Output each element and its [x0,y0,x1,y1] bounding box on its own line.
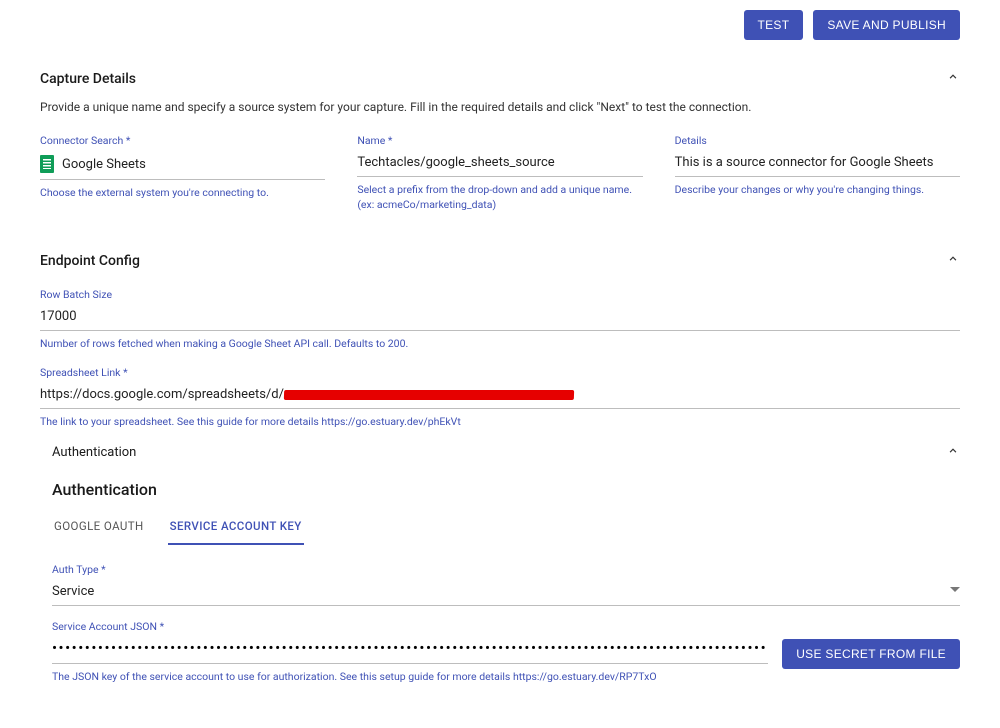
authentication-collapse-toggle[interactable] [946,444,960,462]
authentication-block: Authentication GOOGLE OAUTH SERVICE ACCO… [40,480,960,685]
connector-search-helper: Choose the external system you're connec… [40,186,325,201]
capture-details-description: Provide a unique name and specify a sour… [40,100,960,114]
auth-type-value: Service [52,584,94,599]
service-account-json-helper: The JSON key of the service account to u… [52,670,768,685]
row-batch-helper: Number of rows fetched when making a Goo… [40,337,960,352]
connector-search-label: Connector Search * [40,134,325,147]
endpoint-config-title: Endpoint Config [40,253,140,269]
endpoint-config-header: Endpoint Config [40,252,960,270]
details-label: Details [675,134,960,147]
chevron-up-icon [946,444,960,458]
service-account-json-input[interactable]: ••••••••••••••••••••••••••••••••••••••••… [52,637,768,664]
spreadsheet-link-prefix: https://docs.google.com/spreadsheets/d/ [40,387,284,402]
connector-search-field[interactable]: Google Sheets [40,151,325,180]
endpoint-collapse-toggle[interactable] [946,252,960,270]
name-label: Name * [357,134,642,147]
spreadsheet-link-helper: The link to your spreadsheet. See this g… [40,415,960,430]
google-sheets-icon [40,155,54,173]
authentication-header-text: Authentication [52,445,136,460]
details-value: This is a source connector for Google Sh… [675,155,934,170]
capture-collapse-toggle[interactable] [946,70,960,88]
chevron-up-icon [946,70,960,84]
connector-search-col: Connector Search * Google Sheets Choose … [40,134,325,212]
test-button[interactable]: TEST [744,10,804,40]
row-batch-value: 17000 [40,309,77,324]
name-helper: Select a prefix from the drop-down and a… [357,183,642,212]
spreadsheet-link-label: Spreadsheet Link * [40,366,960,379]
row-batch-label: Row Batch Size [40,288,960,301]
authentication-section-header: Authentication [40,444,960,462]
name-input[interactable]: Techtacles/google_sheets_source [357,151,642,177]
use-secret-from-file-button[interactable]: USE SECRET FROM FILE [782,639,960,669]
capture-fields-row: Connector Search * Google Sheets Choose … [40,134,960,212]
chevron-up-icon [946,252,960,266]
service-account-json-label: Service Account JSON * [52,620,960,633]
top-action-bar: TEST SAVE AND PUBLISH [40,10,960,40]
tab-service-account-key[interactable]: SERVICE ACCOUNT KEY [168,513,304,545]
auth-type-select[interactable]: Service [52,580,960,606]
name-col: Name * Techtacles/google_sheets_source S… [357,134,642,212]
connector-search-value: Google Sheets [62,157,146,172]
auth-type-field: Auth Type * Service [52,563,960,606]
name-value: Techtacles/google_sheets_source [357,155,554,170]
spreadsheet-link-field: Spreadsheet Link * https://docs.google.c… [40,366,960,430]
spreadsheet-link-input[interactable]: https://docs.google.com/spreadsheets/d/ [40,383,960,409]
details-input[interactable]: This is a source connector for Google Sh… [675,151,960,177]
dropdown-caret-icon [950,584,960,599]
spreadsheet-link-redacted [284,390,574,400]
tab-google-oauth[interactable]: GOOGLE OAUTH [52,513,146,545]
save-publish-button[interactable]: SAVE AND PUBLISH [813,10,960,40]
row-batch-input[interactable]: 17000 [40,305,960,331]
service-account-json-field: Service Account JSON * •••••••••••••••••… [52,620,960,685]
capture-details-title: Capture Details [40,71,136,87]
row-batch-field: Row Batch Size 17000 Number of rows fetc… [40,288,960,352]
details-helper: Describe your changes or why you're chan… [675,183,960,198]
details-col: Details This is a source connector for G… [675,134,960,212]
authentication-title: Authentication [52,480,960,499]
auth-tabs: GOOGLE OAUTH SERVICE ACCOUNT KEY [52,513,960,545]
auth-type-label: Auth Type * [52,563,960,576]
capture-details-header: Capture Details [40,70,960,88]
